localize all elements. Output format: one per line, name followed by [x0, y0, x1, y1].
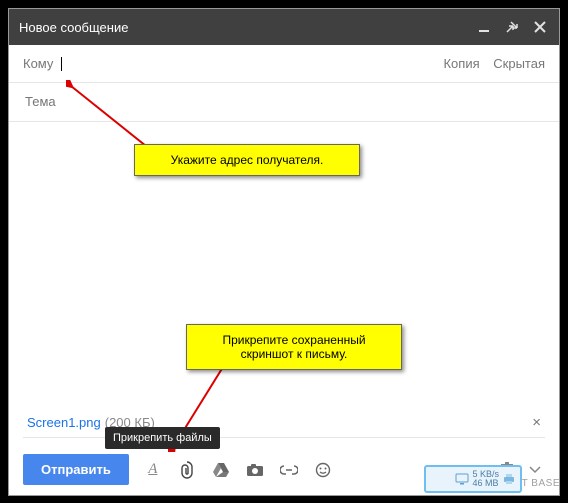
emoji-icon[interactable] [313, 460, 333, 480]
network-monitor-overlay: 5 KB/s 46 MB [424, 465, 522, 493]
callout-text: Укажите адрес получателя. [171, 153, 324, 167]
send-button[interactable]: Отправить [23, 454, 129, 485]
camera-icon[interactable] [245, 460, 265, 480]
callout-text-line2: скриншот к письму. [199, 347, 389, 361]
subject-row[interactable] [9, 83, 559, 122]
callout-text-line1: Прикрепите сохраненный [199, 333, 389, 347]
compose-window: Новое сообщение Кому Копия Скрытая Scree… [8, 8, 560, 496]
close-icon[interactable] [531, 18, 549, 36]
to-field-row[interactable]: Кому Копия Скрытая [9, 45, 559, 83]
minimize-icon[interactable] [475, 18, 493, 36]
window-title: Новое сообщение [19, 20, 465, 35]
maximize-icon[interactable] [503, 18, 521, 36]
bcc-link[interactable]: Скрытая [493, 56, 545, 71]
link-icon[interactable] [279, 460, 299, 480]
cc-bcc-links: Копия Скрытая [433, 56, 545, 71]
tooltip-attach-files: Прикрепить файлы [105, 427, 220, 449]
screen-icon [455, 473, 469, 485]
attachment-remove-icon[interactable]: × [532, 414, 541, 431]
subject-input[interactable] [23, 93, 549, 110]
titlebar: Новое сообщение [9, 9, 559, 45]
cc-link[interactable]: Копия [443, 56, 479, 71]
to-label: Кому [23, 56, 53, 71]
formatting-icon[interactable]: A [143, 460, 163, 480]
drive-icon[interactable] [211, 460, 231, 480]
annotation-callout-attach: Прикрепите сохраненный скриншот к письму… [186, 324, 402, 370]
printer-icon [502, 472, 516, 486]
net-total: 46 MB [472, 479, 499, 488]
annotation-callout-recipient: Укажите адрес получателя. [134, 144, 360, 176]
attach-file-icon[interactable] [177, 460, 197, 480]
attachment-row: Screen1.png (200 КБ) × [23, 408, 545, 438]
more-options-icon[interactable] [525, 460, 545, 480]
to-input[interactable] [62, 55, 433, 72]
attachment-name[interactable]: Screen1.png [27, 415, 101, 430]
